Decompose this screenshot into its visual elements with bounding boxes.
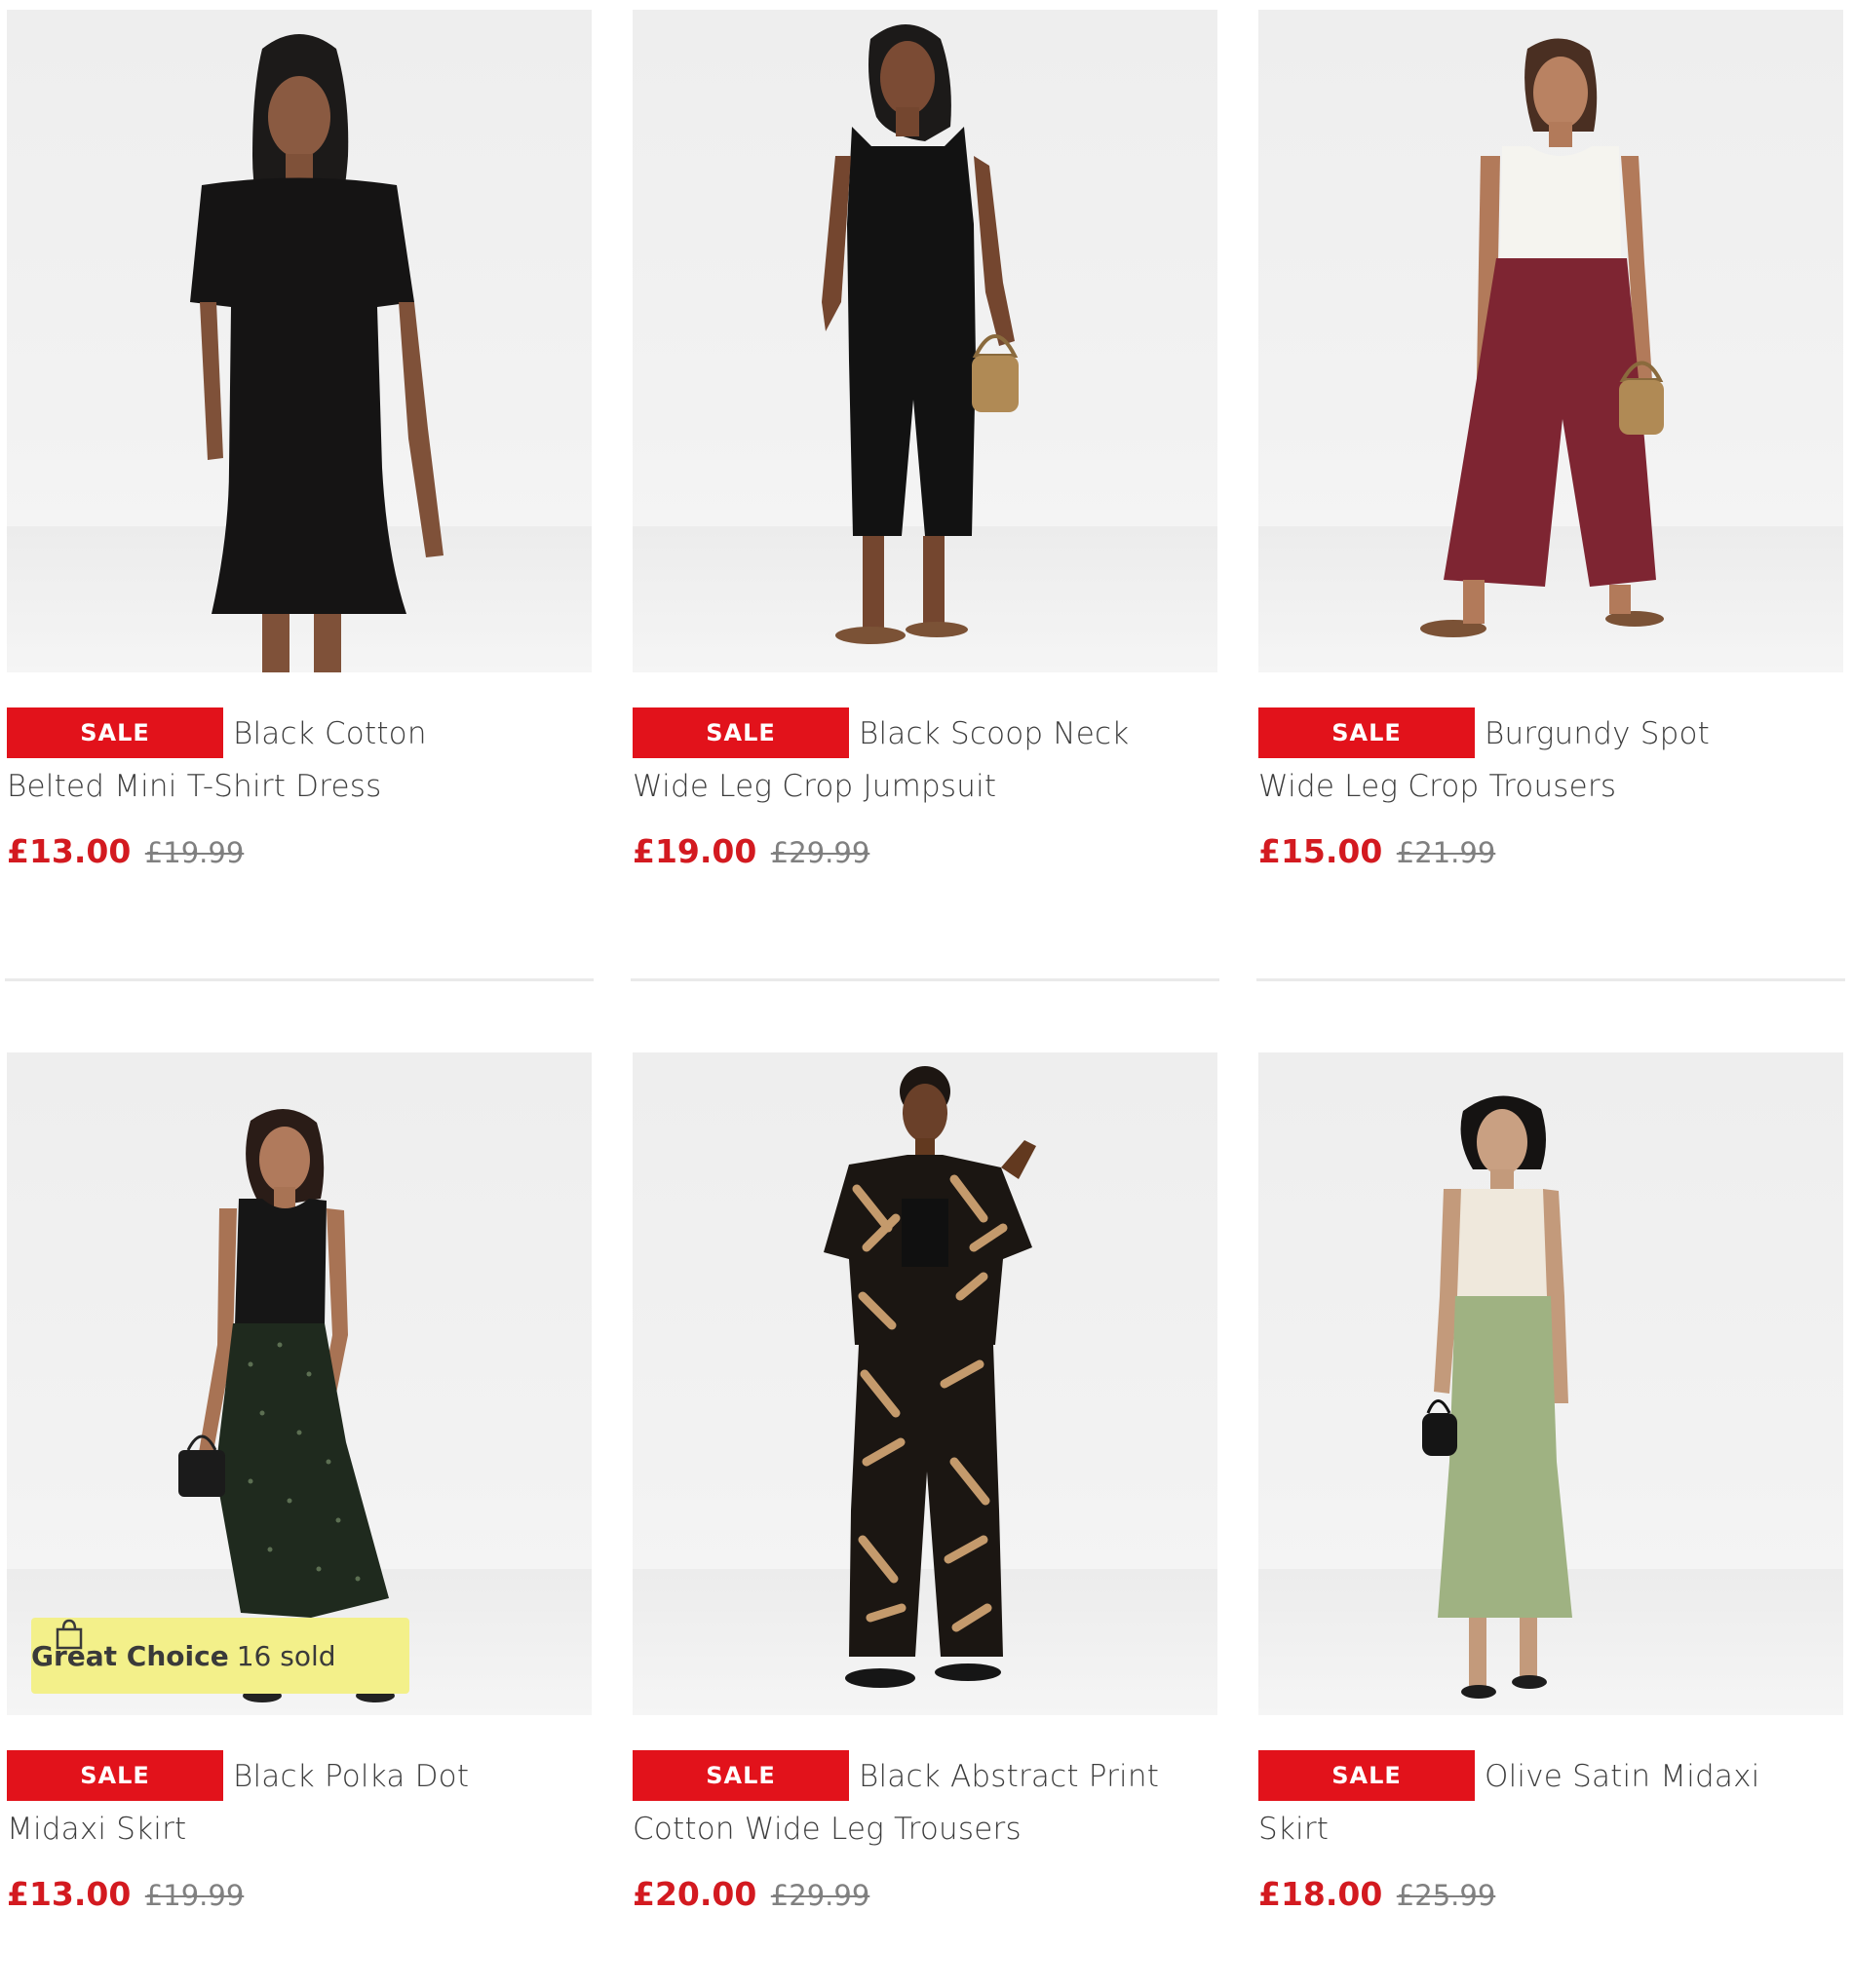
sale-price: £15.00 [1258,832,1383,870]
product-name-line1: Olive Satin Midaxi [1485,1759,1760,1794]
product-name-line2[interactable]: Cotton Wide Leg Trousers [633,1803,1217,1855]
product-name-line1: Black Polka Dot [233,1759,470,1794]
model-silhouette-icon [1420,38,1664,637]
product-prices: £13.00 £19.99 [7,1873,592,1916]
shopping-bag-icon [56,1619,83,1650]
sale-badge: SALE [1258,707,1475,758]
product-name-line1: Black Abstract Print [859,1759,1160,1794]
model-silhouette-icon [190,34,444,672]
model-silhouette-icon [178,1108,395,1702]
model-silhouette-icon [824,1066,1036,1688]
row-divider [1256,978,1845,981]
model-silhouette-icon [822,24,1019,644]
sold-count: 16 sold [236,1639,336,1672]
original-price: £29.99 [770,1879,870,1912]
sale-badge: SALE [7,1750,223,1801]
product-name-line2[interactable]: Midaxi Skirt [7,1803,592,1855]
product-title[interactable]: SALE Black Cotton [7,707,592,760]
product-prices: £20.00 £29.99 [633,1873,1217,1916]
sale-price: £13.00 [7,1875,132,1913]
product-image[interactable]: Great Choice 16 sold [7,1052,592,1715]
product-title[interactable]: SALE Black Scoop Neck [633,707,1217,760]
sale-badge: SALE [633,1750,849,1801]
product-grid: SALE Black Cotton Belted Mini T-Shirt Dre… [0,0,1852,1988]
product-name-line1: Black Cotton [233,716,427,751]
sale-price: £20.00 [633,1875,757,1913]
product-name-line1: Black Scoop Neck [859,716,1130,751]
product-name-line2[interactable]: Skirt [1258,1803,1843,1855]
product-title[interactable]: SALE Black Polka Dot [7,1750,592,1803]
product-prices: £15.00 £21.99 [1258,830,1843,873]
great-choice-badge: Great Choice 16 sold [31,1618,409,1694]
row-divider [5,978,594,981]
model-silhouette-icon [1422,1095,1572,1699]
product-image[interactable] [633,1052,1217,1715]
row-divider [631,978,1219,981]
product-title[interactable]: SALE Burgundy Spot [1258,707,1843,760]
product-prices: £19.00 £29.99 [633,830,1217,873]
original-price: £21.99 [1396,836,1496,869]
sale-price: £19.00 [633,832,757,870]
product-name-line2[interactable]: Wide Leg Crop Jumpsuit [633,760,1217,813]
sale-badge: SALE [7,707,223,758]
sale-price: £18.00 [1258,1875,1383,1913]
product-prices: £18.00 £25.99 [1258,1873,1843,1916]
product-name-line2[interactable]: Belted Mini T-Shirt Dress [7,760,592,813]
original-price: £29.99 [770,836,870,869]
product-prices: £13.00 £19.99 [7,830,592,873]
product-image[interactable] [1258,10,1843,672]
sale-price: £13.00 [7,832,132,870]
product-title[interactable]: SALE Olive Satin Midaxi [1258,1750,1843,1803]
product-title[interactable]: SALE Black Abstract Print [633,1750,1217,1803]
sale-badge: SALE [1258,1750,1475,1801]
original-price: £19.99 [144,1879,245,1912]
sale-badge: SALE [633,707,849,758]
product-image[interactable] [633,10,1217,672]
original-price: £25.99 [1396,1879,1496,1912]
product-image[interactable] [7,10,592,672]
product-image[interactable] [1258,1052,1843,1715]
original-price: £19.99 [144,836,245,869]
product-name-line1: Burgundy Spot [1485,716,1710,751]
product-name-line2[interactable]: Wide Leg Crop Trousers [1258,760,1843,813]
